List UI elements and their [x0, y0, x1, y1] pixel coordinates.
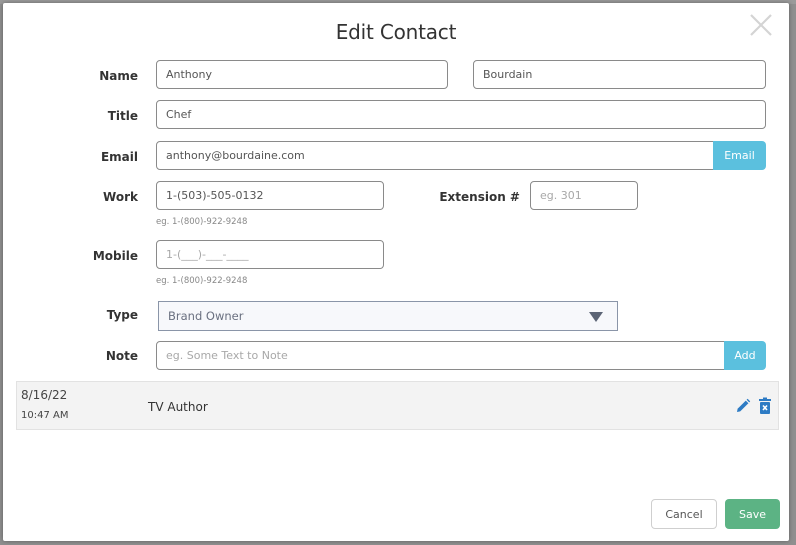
work-phone-hint: eg. 1-(800)-922-9248 — [156, 217, 248, 227]
type-select[interactable]: Brand Owner — [158, 301, 618, 331]
email-input[interactable] — [156, 141, 714, 170]
delete-note-button[interactable] — [758, 397, 772, 419]
mobile-phone-hint: eg. 1-(800)-922-9248 — [156, 276, 248, 286]
note-input[interactable] — [156, 341, 725, 370]
pencil-icon — [737, 398, 751, 412]
extension-label: Extension # — [439, 190, 520, 204]
add-note-button[interactable]: Add — [724, 341, 766, 370]
work-phone-input[interactable] — [156, 181, 384, 210]
first-name-input[interactable] — [156, 60, 448, 89]
work-label: Work — [103, 190, 138, 204]
edit-contact-modal: Edit Contact Name Title Email Email Work… — [3, 3, 789, 541]
type-label: Type — [106, 308, 138, 322]
send-email-button[interactable]: Email — [713, 141, 766, 170]
mobile-label: Mobile — [92, 249, 138, 263]
note-date: 8/16/22 — [21, 388, 68, 402]
caret-down-icon — [589, 312, 603, 322]
note-list-item: 8/16/22 10:47 AM TV Author — [16, 381, 779, 430]
trash-icon — [759, 397, 771, 414]
close-button[interactable] — [748, 12, 774, 38]
close-x-icon — [750, 14, 772, 36]
extension-input[interactable] — [530, 181, 638, 210]
save-button[interactable]: Save — [725, 499, 780, 529]
cancel-button[interactable]: Cancel — [651, 499, 717, 529]
edit-note-button[interactable] — [735, 398, 751, 418]
modal-title: Edit Contact — [335, 20, 457, 44]
type-selected-value: Brand Owner — [168, 309, 244, 323]
last-name-input[interactable] — [473, 60, 766, 89]
title-label: Title — [107, 109, 138, 123]
name-label: Name — [99, 69, 138, 83]
note-text: TV Author — [148, 400, 208, 414]
mobile-phone-input[interactable] — [156, 240, 384, 269]
note-label: Note — [105, 349, 138, 363]
note-time: 10:47 AM — [21, 410, 69, 421]
email-label: Email — [100, 150, 138, 164]
title-input[interactable] — [156, 100, 766, 129]
